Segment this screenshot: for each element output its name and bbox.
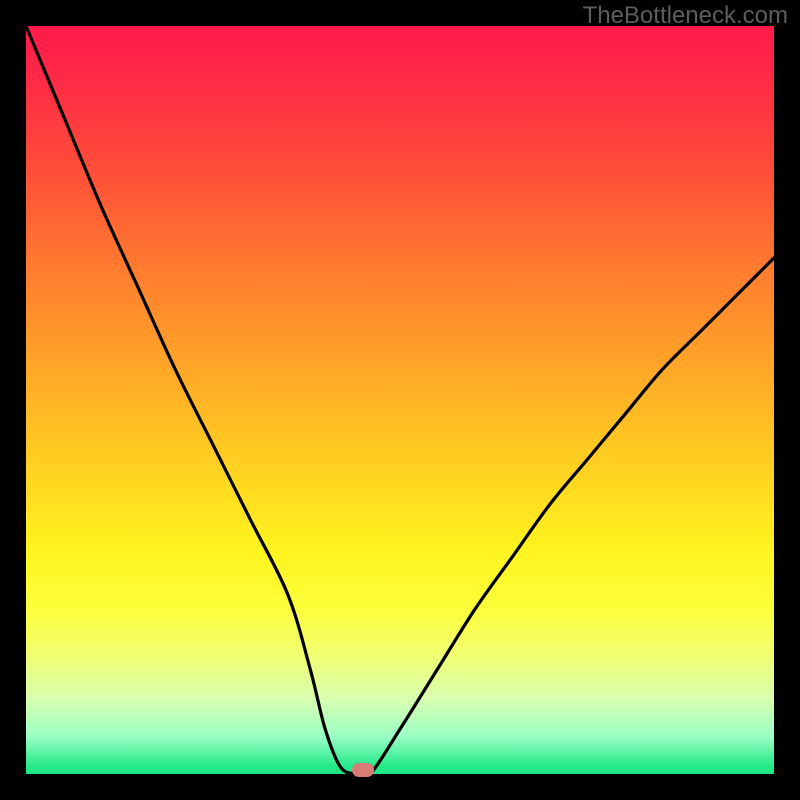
heat-gradient-background — [26, 26, 774, 774]
watermark-text: TheBottleneck.com — [583, 2, 788, 30]
plot-area — [26, 26, 774, 774]
optimum-marker — [352, 763, 374, 777]
chart-frame: TheBottleneck.com — [0, 0, 800, 800]
